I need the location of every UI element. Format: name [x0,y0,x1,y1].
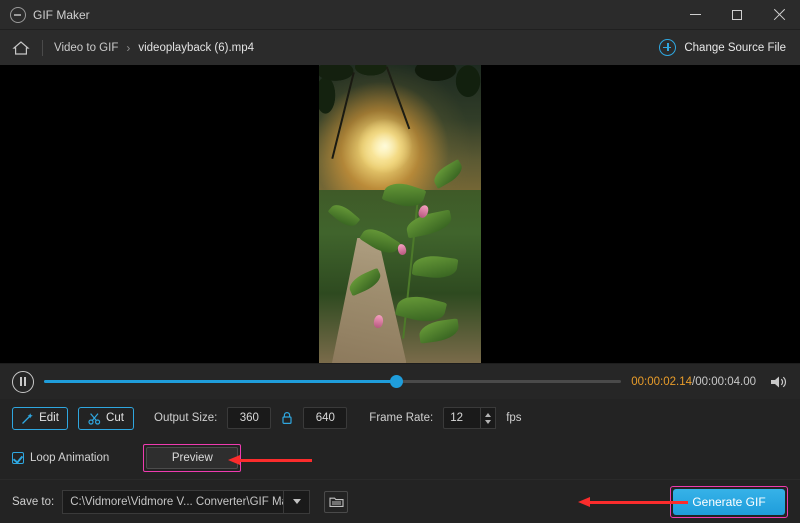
total-time: 00:00:04.00 [695,376,756,388]
save-path-control[interactable]: C:\Vidmore\Vidmore V... Converter\GIF Ma… [62,490,310,514]
spinner-down-icon[interactable] [485,420,491,424]
pause-icon-bar-left [20,377,22,386]
frame-rate-input[interactable]: 12 [443,407,481,429]
generate-gif-highlight: Generate GIF [670,486,788,518]
frame-rate-spinner[interactable] [481,407,496,429]
current-time: 00:00:02.14 [631,376,692,388]
playback-slider-handle[interactable] [390,375,403,388]
edit-button-label: Edit [39,412,59,424]
loop-row: Loop Animation Preview [0,437,800,479]
edit-wand-icon [21,412,34,425]
output-width-input[interactable]: 360 [227,407,271,429]
close-button[interactable] [758,0,800,30]
fps-label: fps [506,412,521,424]
home-icon[interactable] [12,40,30,56]
save-path-dropdown-button[interactable] [284,490,310,514]
chevron-down-icon [293,499,301,504]
scissors-icon [88,412,101,425]
player-bar: 00:00:02.14/00:00:04.00 [0,363,800,399]
breadcrumb-arrow-icon: › [126,42,130,54]
maximize-button[interactable] [716,0,758,30]
save-row: Save to: C:\Vidmore\Vidmore V... Convert… [0,479,800,523]
lock-icon[interactable] [281,411,293,425]
pause-icon-bar-right [24,377,26,386]
breadcrumb-item-file[interactable]: videoplayback (6).mp4 [138,42,254,54]
title-bar: GIF Maker [0,0,800,30]
change-source-file-label: Change Source File [684,42,786,54]
video-preview-stage[interactable] [0,65,800,363]
maximize-icon [732,10,742,20]
output-size-label: Output Size: [154,412,217,424]
preview-button[interactable]: Preview [146,447,238,469]
save-path-input[interactable]: C:\Vidmore\Vidmore V... Converter\GIF Ma… [62,490,284,514]
folder-browse-icon [329,496,344,508]
edit-button[interactable]: Edit [12,407,68,430]
plus-circle-icon [659,39,676,56]
options-row: Edit Cut Output Size: 360 640 Frame Rate… [0,399,800,437]
cut-button-label: Cut [106,412,124,424]
gif-maker-window: GIF Maker Video to GIF › videoplayback (… [0,0,800,523]
breadcrumb-divider [42,40,43,56]
loop-animation-label: Loop Animation [30,452,109,464]
gif-maker-logo-icon [10,7,26,23]
preview-button-highlight: Preview [143,444,241,472]
loop-animation-checkbox[interactable] [12,452,24,464]
cut-button[interactable]: Cut [78,407,134,430]
minimize-icon [690,14,701,15]
spinner-up-icon[interactable] [485,413,491,417]
playback-slider[interactable] [44,371,621,393]
save-to-label: Save to: [12,496,54,508]
minimize-button[interactable] [674,0,716,30]
playback-progress-fill [44,380,396,383]
close-icon [773,9,785,21]
output-height-input[interactable]: 640 [303,407,347,429]
speaker-icon[interactable] [768,373,788,391]
breadcrumb-item-video-to-gif[interactable]: Video to GIF [54,42,118,54]
playback-time: 00:00:02.14/00:00:04.00 [631,376,756,388]
pause-button[interactable] [12,371,34,393]
breadcrumb-bar: Video to GIF › videoplayback (6).mp4 Cha… [0,30,800,65]
window-title: GIF Maker [33,8,90,22]
frame-rate-label: Frame Rate: [369,412,433,424]
change-source-file-button[interactable]: Change Source File [659,39,786,56]
frame-rate-stepper[interactable]: 12 [443,407,496,429]
generate-gif-button[interactable]: Generate GIF [673,489,785,515]
video-frame [319,65,481,363]
folder-browse-button[interactable] [324,491,348,513]
